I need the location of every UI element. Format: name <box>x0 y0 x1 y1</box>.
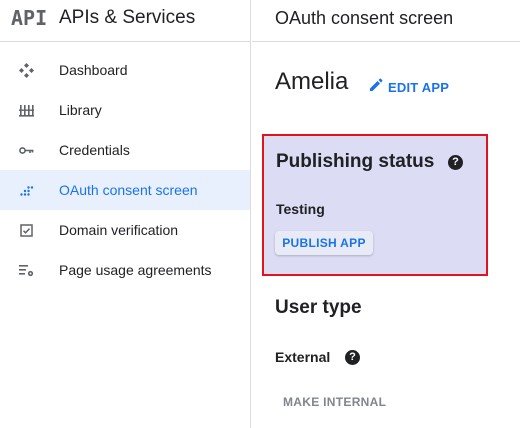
publish-app-button[interactable]: PUBLISH APP <box>275 231 373 255</box>
sidebar-item-page-usage-agreements[interactable]: Page usage agreements <box>0 250 250 290</box>
sidebar-item-label: Dashboard <box>59 62 128 78</box>
main-header: OAuth consent screen <box>252 0 520 42</box>
key-icon <box>18 142 35 159</box>
checkbox-icon <box>18 222 35 239</box>
sidebar-item-library[interactable]: Library <box>0 90 250 130</box>
pencil-icon <box>368 77 384 98</box>
make-internal-button[interactable]: MAKE INTERNAL <box>283 395 386 409</box>
sidebar-title[interactable]: APIs & Services <box>59 7 195 29</box>
settings-list-icon <box>18 262 35 279</box>
help-icon[interactable]: ? <box>448 155 463 170</box>
sidebar-item-credentials[interactable]: Credentials <box>0 130 250 170</box>
edit-app-label: EDIT APP <box>388 80 450 95</box>
sidebar-item-label: Page usage agreements <box>59 262 212 278</box>
edit-app-button[interactable]: EDIT APP <box>368 77 449 98</box>
sidebar-header: API APIs & Services <box>0 0 251 42</box>
sidebar-item-dashboard[interactable]: Dashboard <box>0 50 250 90</box>
page-title: OAuth consent screen <box>275 8 454 28</box>
sidebar-nav: Dashboard Library Credentials OAuth cons… <box>0 50 250 290</box>
publishing-status-title: Publishing status <box>276 151 435 172</box>
user-type-title: User type <box>275 297 362 318</box>
app-name: Amelia <box>275 68 349 95</box>
publishing-status-value: Testing <box>276 201 325 217</box>
sidebar-item-oauth-consent-screen[interactable]: OAuth consent screen <box>0 170 250 210</box>
sidebar: API APIs & Services Dashboard Library Cr… <box>0 0 251 428</box>
sidebar-item-label: Library <box>59 102 102 118</box>
sidebar-item-label: Credentials <box>59 142 130 158</box>
api-logo[interactable]: API <box>11 6 47 30</box>
user-type-value: External <box>275 349 331 365</box>
dashboard-icon <box>18 62 35 79</box>
publishing-status-section: Publishing status ? Testing PUBLISH APP <box>262 134 488 276</box>
oauth-icon <box>18 182 35 199</box>
library-icon <box>18 102 35 119</box>
sidebar-item-label: Domain verification <box>59 222 179 238</box>
sidebar-item-domain-verification[interactable]: Domain verification <box>0 210 250 250</box>
help-icon[interactable]: ? <box>345 350 360 365</box>
sidebar-item-label: OAuth consent screen <box>59 182 198 198</box>
